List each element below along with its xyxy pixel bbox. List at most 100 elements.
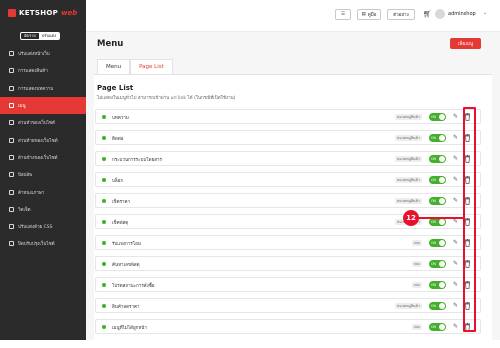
toggle-knob [439, 219, 445, 225]
list-item[interactable]: บล็อก หมวดหมู่สินค้า ON ✎ [95, 172, 481, 187]
tab-menu[interactable]: Menu [97, 59, 131, 74]
toggle-knob [439, 198, 445, 204]
list-item-label: กระบวนการระบบโดยสาร [112, 158, 162, 163]
visibility-toggle[interactable]: ON [429, 260, 446, 268]
type-badge: หมวดหมู่สินค้า [395, 156, 422, 162]
visibility-toggle[interactable]: ON [429, 239, 446, 247]
list-item-label: บล็อก [112, 179, 124, 184]
sidebar-item-label: ปรับแต่งหน้าเว็บ [18, 52, 50, 58]
document-icon [9, 85, 14, 91]
sidebar-item[interactable]: ปรับแต่งด้วย CSS [0, 218, 86, 235]
page-list-card: Page List ไม่แสดงในเมนูทั่วไป สามารถเข้า… [94, 74, 492, 340]
list-item[interactable]: เช็คราคา หมวดหมู่สินค้า ON ✎ [95, 193, 481, 208]
list-item[interactable]: รับแจงการโอน เพจ ON ✎ [95, 235, 481, 250]
type-badge: เพจ [412, 240, 422, 246]
status-dot-icon [102, 283, 106, 287]
sidebar-item[interactable]: ปรับแต่งหน้าเว็บ [0, 45, 86, 62]
sidebar-item-label: เมนู [18, 104, 26, 110]
guide-button[interactable]: ▤ คู่มือ [357, 9, 381, 20]
list-item-label: เมนูที่ไม่ได้ผูกหน้า [112, 326, 147, 331]
sidebar-item[interactable]: วิดเจ็ต [0, 201, 86, 218]
avatar[interactable] [435, 9, 445, 19]
megaphone-icon [9, 189, 14, 195]
type-badge: เพจ [412, 282, 422, 288]
edit-icon[interactable]: ✎ [453, 302, 460, 310]
visibility-toggle[interactable]: ON [429, 218, 446, 226]
section-subtitle: ไม่แสดงในเมนูทั่วไป สามารถเข้าผ่าน url l… [97, 96, 236, 101]
edit-icon[interactable]: ✎ [453, 197, 460, 205]
edit-icon[interactable]: ✎ [453, 260, 460, 268]
tab-page-list[interactable]: Page List [130, 59, 173, 74]
edit-icon[interactable]: ✎ [453, 155, 460, 163]
language-option-active[interactable]: ปรับแต่ง [38, 33, 60, 39]
edit-icon[interactable]: ✎ [453, 323, 460, 331]
toggle-label: ON [431, 304, 436, 308]
book-icon: ▤ [361, 12, 366, 17]
tab-bar: Menu Page List [97, 59, 173, 74]
list-item[interactable]: กระบวนการระบบโดยสาร หมวดหมู่สินค้า ON ✎ [95, 151, 481, 166]
language-switch[interactable]: อัตราย ปรับแต่ง [20, 32, 61, 40]
cart-icon[interactable]: 🛒︎ [423, 10, 432, 18]
sidebar-item[interactable]: ด้านข้างของเว็บไซต์ [0, 149, 86, 166]
edit-icon[interactable]: ✎ [453, 239, 460, 247]
status-dot-icon [102, 220, 106, 224]
visibility-toggle[interactable]: ON [429, 281, 446, 289]
list-item[interactable]: สินค้าลดราคา หมวดหมู่สินค้า ON ✎ [95, 298, 481, 313]
visibility-toggle[interactable]: ON [429, 113, 446, 121]
visibility-toggle[interactable]: ON [429, 155, 446, 163]
visibility-toggle[interactable]: ON [429, 176, 446, 184]
preview-button-label: ตัวอย่าง [393, 13, 409, 18]
list-item-label: ติดต่อ [112, 137, 124, 142]
list-item[interactable]: เมนูที่ไม่ได้ผูกหน้า เพจ ON ✎ [95, 319, 481, 334]
sidebar-item[interactable]: ค้าหนงเภาษา [0, 183, 86, 200]
visibility-toggle[interactable]: ON [429, 134, 446, 142]
sidebar-item[interactable]: ส่วนท้ายของเว็บไซต์ [0, 131, 86, 148]
sidebar-item[interactable]: ปิดปรับปรุงเว็บไซต์ [0, 235, 86, 252]
sidebar-item[interactable]: ป๊อปอัพ [0, 166, 86, 183]
sidebar-item[interactable]: การแสดงบทความ [0, 80, 86, 97]
sidebar-icon [9, 154, 14, 160]
hamburger-icon: ☰ [340, 12, 346, 17]
sidebar-item[interactable]: ส่วนหัวของเว็บไซต์ [0, 114, 86, 131]
sidebar-item[interactable]: เมนู [0, 96, 86, 115]
status-dot-icon [102, 304, 106, 308]
edit-icon[interactable]: ✎ [453, 176, 460, 184]
toggle-knob [439, 261, 445, 267]
status-dot-icon [102, 178, 106, 182]
edit-icon[interactable]: ✎ [453, 281, 460, 289]
guide-button-label: คู่มือ [367, 13, 377, 18]
list-item-label: รับแจงการโอน [112, 242, 141, 247]
toggle-knob [439, 135, 445, 141]
edit-icon[interactable]: ✎ [453, 113, 460, 121]
list-item[interactable]: ค้นหาเลขพัสดุ เพจ ON ✎ [95, 256, 481, 271]
sidebar-item-label: ส่วนท้ายของเว็บไซต์ [18, 138, 58, 144]
list-item[interactable]: บทความ หมวดหมู่สินค้า ON ✎ [95, 109, 481, 124]
type-badge: เพจ [412, 261, 422, 267]
popup-icon [9, 172, 14, 178]
sidebar-item-label: ปิดปรับปรุงเว็บไซต์ [18, 242, 55, 248]
sidebar-nav: ปรับแต่งหน้าเว็บการแสดงสินค้า การแสดงบทคว… [0, 45, 86, 253]
list-item[interactable]: ติดต่อ หมวดหมู่สินค้า ON ✎ [95, 130, 481, 145]
toggle-label: ON [431, 199, 436, 203]
username[interactable]: adminshop [448, 11, 476, 17]
preview-button[interactable]: ตัวอย่าง [387, 9, 415, 20]
status-dot-icon [102, 199, 106, 203]
visibility-toggle[interactable]: ON [429, 323, 446, 331]
visibility-toggle[interactable]: ON [429, 197, 446, 205]
menu-toggle-button[interactable]: ☰ [335, 9, 351, 20]
annotation-number-badge: 12 [403, 210, 419, 226]
chevron-down-icon[interactable]: ⌄ [483, 10, 487, 16]
visibility-toggle[interactable]: ON [429, 302, 446, 310]
sidebar-item[interactable]: การแสดงสินค้า [0, 62, 86, 79]
logo: KETSHOP web [8, 9, 77, 17]
toggle-knob [439, 240, 445, 246]
list-item-label: ค้นหาเลขพัสดุ [112, 263, 140, 268]
status-dot-icon [102, 136, 106, 140]
toggle-label: ON [431, 115, 436, 119]
status-dot-icon [102, 325, 106, 329]
edit-icon[interactable]: ✎ [453, 134, 460, 142]
edit-icon[interactable]: ✎ [453, 218, 460, 226]
add-menu-button[interactable]: เพิ่มเมนู [450, 38, 481, 49]
list-item[interactable]: โปรดสถานะการสั่งซื้อ เพจ ON ✎ [95, 277, 481, 292]
language-option[interactable]: อัตราย [21, 33, 39, 39]
